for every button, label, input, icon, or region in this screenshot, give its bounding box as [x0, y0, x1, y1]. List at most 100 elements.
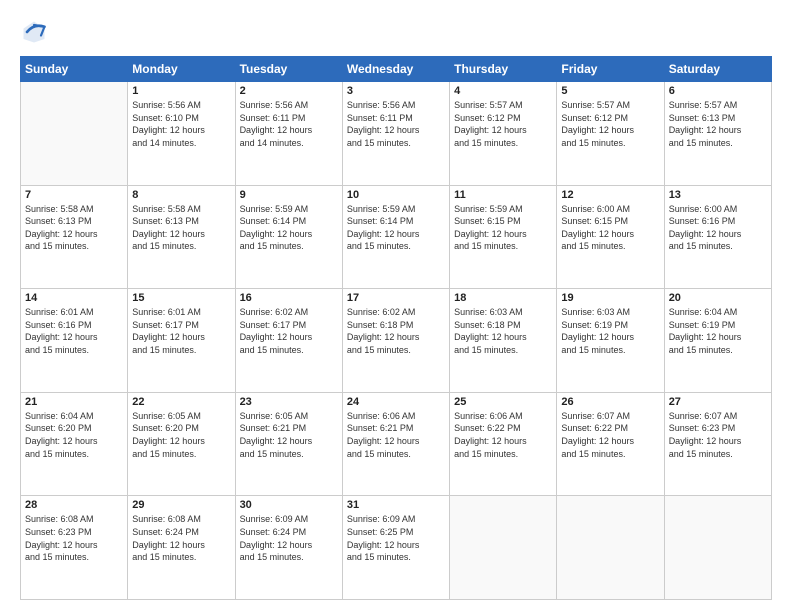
day-info: Sunrise: 6:04 AMSunset: 6:19 PMDaylight:…	[669, 306, 767, 356]
calendar-cell: 28 Sunrise: 6:08 AMSunset: 6:23 PMDayligh…	[21, 496, 128, 600]
calendar-header-row: SundayMondayTuesdayWednesdayThursdayFrid…	[21, 57, 772, 82]
day-number: 8	[132, 189, 230, 201]
calendar-week-5: 28 Sunrise: 6:08 AMSunset: 6:23 PMDayligh…	[21, 496, 772, 600]
calendar-cell: 16 Sunrise: 6:02 AMSunset: 6:17 PMDayligh…	[235, 289, 342, 393]
day-info: Sunrise: 6:08 AMSunset: 6:23 PMDaylight:…	[25, 513, 123, 563]
day-info: Sunrise: 6:08 AMSunset: 6:24 PMDaylight:…	[132, 513, 230, 563]
calendar-cell: 26Sunrise: 6:07 AMSunset: 6:22 PMDayligh…	[557, 392, 664, 496]
day-info: Sunrise: 5:57 AMSunset: 6:12 PMDaylight:…	[561, 99, 659, 149]
day-number: 29	[132, 499, 230, 511]
calendar-cell: 12Sunrise: 6:00 AMSunset: 6:15 PMDayligh…	[557, 185, 664, 289]
calendar-cell: 21 Sunrise: 6:04 AMSunset: 6:20 PMDayligh…	[21, 392, 128, 496]
calendar-cell	[450, 496, 557, 600]
day-info: Sunrise: 6:06 AMSunset: 6:22 PMDaylight:…	[454, 410, 552, 460]
day-number: 4	[454, 85, 552, 97]
day-info: Sunrise: 5:59 AMSunset: 6:14 PMDaylight:…	[240, 203, 338, 253]
calendar-cell: 30Sunrise: 6:09 AMSunset: 6:24 PMDayligh…	[235, 496, 342, 600]
day-number: 23	[240, 396, 338, 408]
day-info: Sunrise: 5:59 AMSunset: 6:15 PMDaylight:…	[454, 203, 552, 253]
day-info: Sunrise: 6:05 AMSunset: 6:20 PMDaylight:…	[132, 410, 230, 460]
calendar-header-friday: Friday	[557, 57, 664, 82]
calendar-cell	[21, 82, 128, 186]
day-number: 12	[561, 189, 659, 201]
day-number: 6	[669, 85, 767, 97]
calendar-week-2: 7 Sunrise: 5:58 AMSunset: 6:13 PMDaylight…	[21, 185, 772, 289]
day-number: 21	[25, 396, 123, 408]
calendar-cell: 7 Sunrise: 5:58 AMSunset: 6:13 PMDaylight…	[21, 185, 128, 289]
day-number: 20	[669, 292, 767, 304]
day-info: Sunrise: 6:09 AMSunset: 6:25 PMDaylight:…	[347, 513, 445, 563]
calendar-header-wednesday: Wednesday	[342, 57, 449, 82]
day-info: Sunrise: 5:57 AMSunset: 6:12 PMDaylight:…	[454, 99, 552, 149]
calendar-cell: 11 Sunrise: 5:59 AMSunset: 6:15 PMDayligh…	[450, 185, 557, 289]
calendar-cell: 23 Sunrise: 6:05 AMSunset: 6:21 PMDayligh…	[235, 392, 342, 496]
day-info: Sunrise: 5:58 AMSunset: 6:13 PMDaylight:…	[132, 203, 230, 253]
day-number: 17	[347, 292, 445, 304]
day-number: 24	[347, 396, 445, 408]
generalblue-logo-icon	[20, 18, 48, 46]
calendar-cell: 19 Sunrise: 6:03 AMSunset: 6:19 PMDayligh…	[557, 289, 664, 393]
calendar-cell: 4 Sunrise: 5:57 AMSunset: 6:12 PMDaylight…	[450, 82, 557, 186]
calendar-cell: 17 Sunrise: 6:02 AMSunset: 6:18 PMDayligh…	[342, 289, 449, 393]
calendar-header-thursday: Thursday	[450, 57, 557, 82]
day-number: 26	[561, 396, 659, 408]
logo	[20, 18, 52, 46]
day-number: 28	[25, 499, 123, 511]
day-info: Sunrise: 6:03 AMSunset: 6:18 PMDaylight:…	[454, 306, 552, 356]
day-info: Sunrise: 6:05 AMSunset: 6:21 PMDaylight:…	[240, 410, 338, 460]
day-number: 25	[454, 396, 552, 408]
day-number: 27	[669, 396, 767, 408]
day-number: 2	[240, 85, 338, 97]
day-number: 16	[240, 292, 338, 304]
day-number: 15	[132, 292, 230, 304]
page: SundayMondayTuesdayWednesdayThursdayFrid…	[0, 0, 792, 612]
day-info: Sunrise: 6:02 AMSunset: 6:18 PMDaylight:…	[347, 306, 445, 356]
day-info: Sunrise: 6:01 AMSunset: 6:16 PMDaylight:…	[25, 306, 123, 356]
calendar-header-saturday: Saturday	[664, 57, 771, 82]
day-info: Sunrise: 6:00 AMSunset: 6:16 PMDaylight:…	[669, 203, 767, 253]
calendar-cell: 31 Sunrise: 6:09 AMSunset: 6:25 PMDayligh…	[342, 496, 449, 600]
calendar-cell: 8 Sunrise: 5:58 AMSunset: 6:13 PMDaylight…	[128, 185, 235, 289]
day-number: 19	[561, 292, 659, 304]
day-number: 30	[240, 499, 338, 511]
calendar-header-sunday: Sunday	[21, 57, 128, 82]
calendar-cell: 27 Sunrise: 6:07 AMSunset: 6:23 PMDayligh…	[664, 392, 771, 496]
calendar-cell	[557, 496, 664, 600]
day-info: Sunrise: 5:59 AMSunset: 6:14 PMDaylight:…	[347, 203, 445, 253]
day-info: Sunrise: 5:56 AMSunset: 6:10 PMDaylight:…	[132, 99, 230, 149]
day-info: Sunrise: 6:02 AMSunset: 6:17 PMDaylight:…	[240, 306, 338, 356]
calendar-cell: 20 Sunrise: 6:04 AMSunset: 6:19 PMDayligh…	[664, 289, 771, 393]
day-number: 9	[240, 189, 338, 201]
day-info: Sunrise: 5:56 AMSunset: 6:11 PMDaylight:…	[347, 99, 445, 149]
day-info: Sunrise: 6:07 AMSunset: 6:23 PMDaylight:…	[669, 410, 767, 460]
calendar-cell: 1 Sunrise: 5:56 AMSunset: 6:10 PMDaylight…	[128, 82, 235, 186]
calendar-cell: 13 Sunrise: 6:00 AMSunset: 6:16 PMDayligh…	[664, 185, 771, 289]
header	[20, 18, 772, 46]
day-number: 13	[669, 189, 767, 201]
day-info: Sunrise: 6:06 AMSunset: 6:21 PMDaylight:…	[347, 410, 445, 460]
calendar-cell: 3 Sunrise: 5:56 AMSunset: 6:11 PMDaylight…	[342, 82, 449, 186]
day-info: Sunrise: 5:56 AMSunset: 6:11 PMDaylight:…	[240, 99, 338, 149]
calendar-cell	[664, 496, 771, 600]
calendar-cell: 9 Sunrise: 5:59 AMSunset: 6:14 PMDaylight…	[235, 185, 342, 289]
calendar-week-3: 14Sunrise: 6:01 AMSunset: 6:16 PMDayligh…	[21, 289, 772, 393]
day-number: 10	[347, 189, 445, 201]
day-number: 11	[454, 189, 552, 201]
calendar-week-4: 21 Sunrise: 6:04 AMSunset: 6:20 PMDayligh…	[21, 392, 772, 496]
calendar-cell: 2 Sunrise: 5:56 AMSunset: 6:11 PMDaylight…	[235, 82, 342, 186]
day-number: 7	[25, 189, 123, 201]
calendar-cell: 6 Sunrise: 5:57 AMSunset: 6:13 PMDaylight…	[664, 82, 771, 186]
day-number: 31	[347, 499, 445, 511]
calendar-header-tuesday: Tuesday	[235, 57, 342, 82]
day-info: Sunrise: 6:01 AMSunset: 6:17 PMDaylight:…	[132, 306, 230, 356]
day-info: Sunrise: 5:58 AMSunset: 6:13 PMDaylight:…	[25, 203, 123, 253]
calendar-header-monday: Monday	[128, 57, 235, 82]
calendar-cell: 14Sunrise: 6:01 AMSunset: 6:16 PMDayligh…	[21, 289, 128, 393]
day-info: Sunrise: 6:03 AMSunset: 6:19 PMDaylight:…	[561, 306, 659, 356]
day-number: 3	[347, 85, 445, 97]
day-info: Sunrise: 5:57 AMSunset: 6:13 PMDaylight:…	[669, 99, 767, 149]
day-number: 22	[132, 396, 230, 408]
day-number: 1	[132, 85, 230, 97]
calendar-cell: 15 Sunrise: 6:01 AMSunset: 6:17 PMDayligh…	[128, 289, 235, 393]
day-info: Sunrise: 6:04 AMSunset: 6:20 PMDaylight:…	[25, 410, 123, 460]
